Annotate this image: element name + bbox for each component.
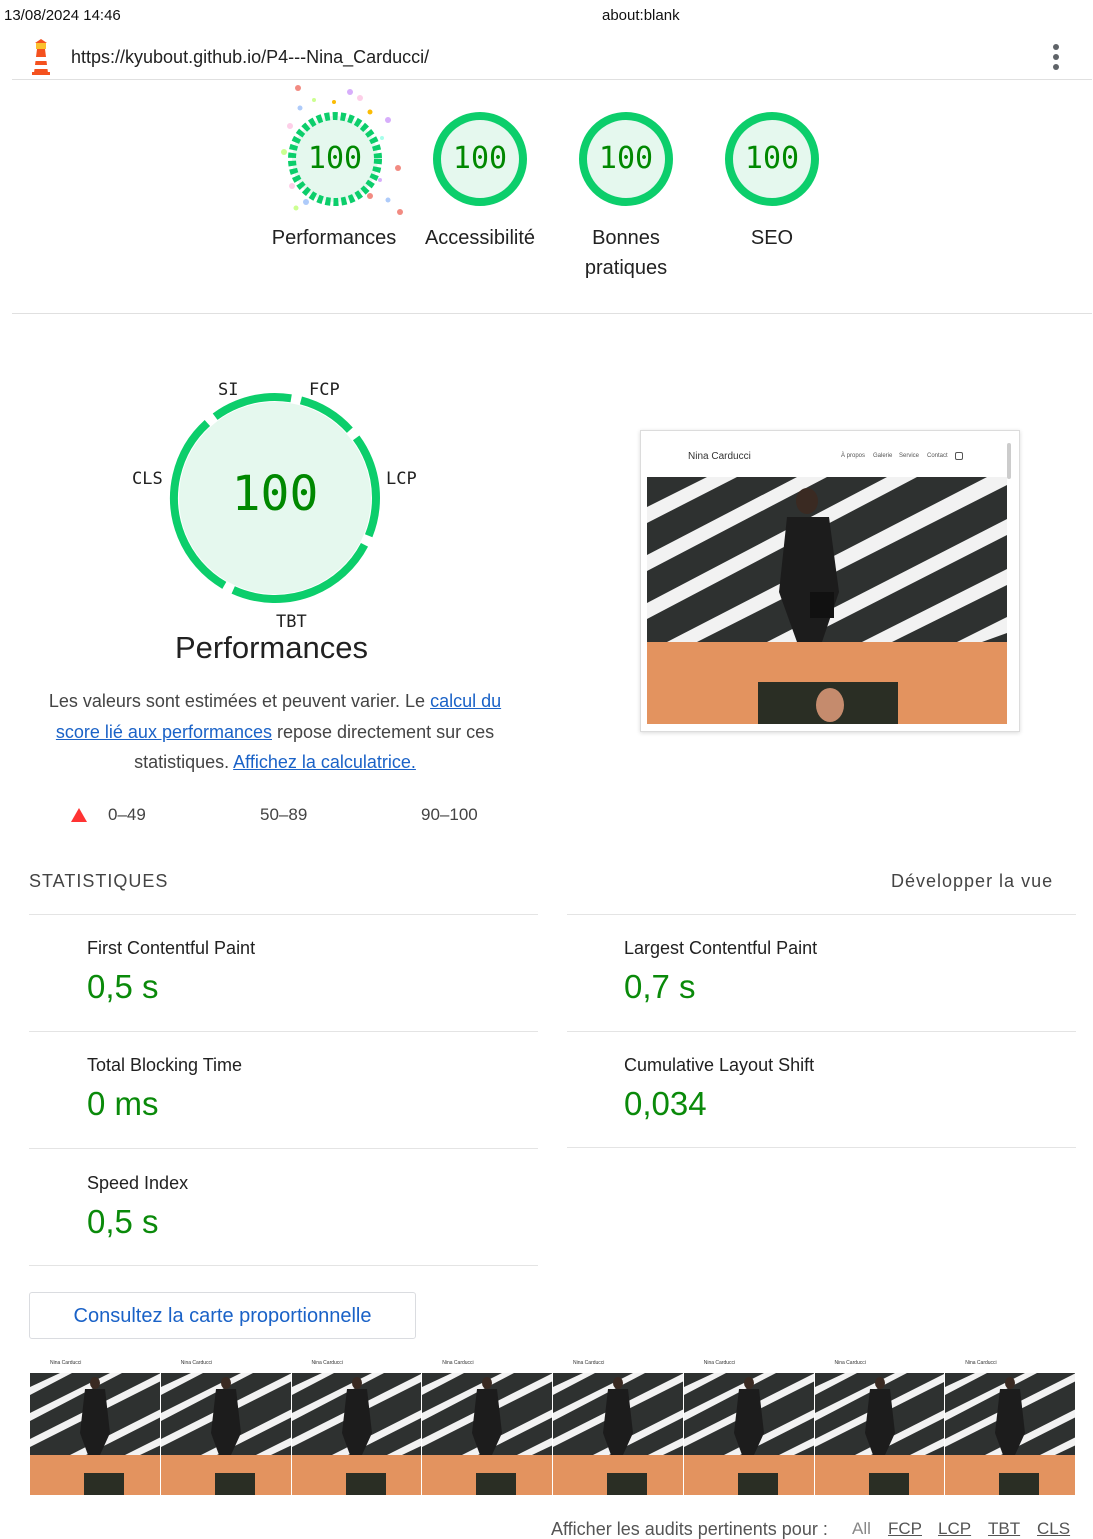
frame-hero-image bbox=[30, 1373, 160, 1455]
audit-filter-cls[interactable]: CLS bbox=[1037, 1519, 1070, 1539]
gauge-label[interactable]: SEO bbox=[712, 223, 832, 253]
gauge-label[interactable]: Bonnes pratiques bbox=[566, 223, 686, 283]
frame-site-name: Nina Carducci bbox=[442, 1360, 474, 1366]
legend-pass: 90–100 bbox=[421, 805, 478, 824]
metric-tag-cls: CLS bbox=[132, 469, 163, 489]
gauge-score: 100 bbox=[452, 141, 508, 176]
frame-site-name: Nina Carducci bbox=[965, 1360, 997, 1366]
lighthouse-icon bbox=[32, 39, 50, 75]
view-treemap-button[interactable]: Consultez la carte proportionnelle bbox=[29, 1292, 416, 1339]
metric-fcp: First Contentful Paint 0,5 s bbox=[87, 938, 256, 1005]
divider bbox=[12, 313, 1092, 314]
divider bbox=[567, 1147, 1076, 1148]
report-topbar: https://kyubout.github.io/P4---Nina_Card… bbox=[12, 36, 1092, 80]
audit-filter-fcp[interactable]: FCP bbox=[888, 1519, 922, 1539]
audits-filter-label: Afficher les audits pertinents pour : bbox=[551, 1519, 828, 1539]
gauge-score: 100 bbox=[598, 141, 654, 176]
legend-fail: 0–49 bbox=[108, 805, 146, 824]
print-datetime: 13/08/2024 14:46 bbox=[4, 7, 121, 24]
instagram-icon bbox=[955, 452, 963, 460]
metric-lcp: Largest Contentful Paint 0,7 s bbox=[624, 938, 818, 1005]
gauge-score: 100 bbox=[307, 141, 363, 176]
metric-si: Speed Index 0,5 s bbox=[87, 1173, 189, 1240]
frame-site-name: Nina Carducci bbox=[180, 1360, 213, 1366]
frame-site-name: Nina Carducci bbox=[50, 1360, 82, 1366]
site-name: Nina Carducci bbox=[688, 451, 751, 462]
metric-tag-si: SI bbox=[218, 380, 239, 400]
filmstrip-frame: Nina Carducci bbox=[422, 1355, 553, 1495]
divider bbox=[29, 1265, 538, 1266]
portrait-image bbox=[758, 682, 898, 724]
frame-hero-image bbox=[814, 1373, 945, 1455]
gauge-label[interactable]: Performances bbox=[254, 223, 414, 253]
gauge-seo[interactable]: 100 bbox=[722, 111, 822, 207]
gauge-bonnes-pratiques[interactable]: 100 bbox=[576, 111, 676, 207]
performance-score: 100 bbox=[231, 466, 319, 522]
metric-tag-fcp: FCP bbox=[309, 380, 340, 400]
filmstrip: Nina Carducci Nina Carducci Nina Carducci N… bbox=[30, 1355, 1076, 1495]
filmstrip-frame: Nina Carducci bbox=[683, 1355, 815, 1495]
audited-url[interactable]: https://kyubout.github.io/P4---Nina_Card… bbox=[71, 47, 429, 68]
site-nav-item: Service bbox=[899, 453, 920, 459]
legend-average: 50–89 bbox=[260, 805, 308, 824]
frame-site-name: Nina Carducci bbox=[573, 1360, 605, 1366]
fail-triangle-icon bbox=[71, 808, 87, 822]
more-vert-icon[interactable] bbox=[1046, 42, 1066, 72]
final-screenshot[interactable]: Nina Carducci À propos Galerie Service C… bbox=[640, 430, 1020, 732]
calculator-link[interactable]: Affichez la calculatrice. bbox=[233, 752, 416, 772]
gauge-performances[interactable]: 100 bbox=[285, 111, 385, 207]
filmstrip-frame: Nina Carducci bbox=[814, 1355, 946, 1495]
frame-hero-image bbox=[422, 1373, 553, 1455]
site-nav-item: Galerie bbox=[873, 453, 893, 459]
site-nav-item: À propos bbox=[841, 453, 866, 459]
frame-hero-image bbox=[553, 1373, 683, 1455]
frame-hero-image bbox=[291, 1373, 422, 1455]
audit-filter-tbt[interactable]: TBT bbox=[988, 1519, 1020, 1539]
frame-hero-image bbox=[945, 1373, 1076, 1455]
audit-filter-lcp[interactable]: LCP bbox=[938, 1519, 971, 1539]
metric-tbt: Total Blocking Time 0 ms bbox=[87, 1055, 243, 1122]
frame-site-name: Nina Carducci bbox=[703, 1360, 736, 1366]
expand-view-toggle[interactable]: Développer la vue bbox=[891, 871, 1053, 892]
frame-hero-image bbox=[160, 1373, 291, 1455]
filmstrip-frame: Nina Carducci bbox=[945, 1355, 1076, 1495]
stats-heading: STATISTIQUES bbox=[29, 871, 169, 891]
hero-image bbox=[647, 477, 1007, 642]
performance-title: Performances bbox=[175, 630, 368, 665]
frame-hero-image bbox=[683, 1373, 814, 1455]
filmstrip-frame: Nina Carducci bbox=[553, 1355, 684, 1495]
site-nav-item: Contact bbox=[927, 453, 948, 459]
filmstrip-frame: Nina Carducci bbox=[291, 1355, 423, 1495]
frame-site-name: Nina Carducci bbox=[311, 1360, 343, 1366]
scrollbar[interactable] bbox=[1007, 443, 1011, 479]
metric-cls: Cumulative Layout Shift 0,034 bbox=[624, 1055, 815, 1122]
metric-tag-tbt: TBT bbox=[276, 612, 307, 632]
gauge-accessibilite[interactable]: 100 bbox=[430, 111, 530, 207]
frame-site-name: Nina Carducci bbox=[834, 1360, 866, 1366]
performance-description: Les valeurs sont estimées et peuvent var… bbox=[48, 691, 502, 772]
metric-tag-lcp: LCP bbox=[386, 469, 417, 489]
filmstrip-frame: Nina Carducci bbox=[30, 1355, 161, 1495]
gauge-score: 100 bbox=[744, 141, 800, 176]
gauge-label[interactable]: Accessibilité bbox=[400, 223, 560, 253]
print-page-title: about:blank bbox=[602, 7, 680, 24]
filmstrip-frame: Nina Carducci bbox=[160, 1355, 292, 1495]
audit-filter-all[interactable]: All bbox=[852, 1519, 871, 1539]
